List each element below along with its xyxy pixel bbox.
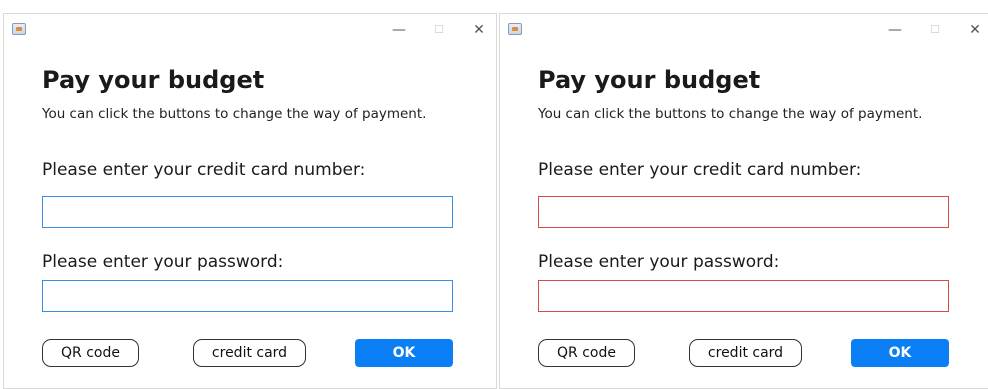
instructions-text: You can click the buttons to change the …: [538, 106, 923, 122]
credit-card-label: Please enter your credit card number:: [42, 160, 366, 180]
ok-button[interactable]: OK: [851, 339, 949, 367]
payment-window-normal: — ☐ ✕ Pay your budget You can click the …: [3, 13, 497, 389]
credit-card-button[interactable]: credit card: [193, 339, 306, 367]
close-icon[interactable]: ✕: [964, 20, 986, 40]
password-input[interactable]: [42, 280, 453, 312]
ok-button[interactable]: OK: [355, 339, 453, 367]
maximize-icon[interactable]: ☐: [924, 20, 946, 40]
qr-code-button[interactable]: QR code: [538, 339, 635, 367]
payment-window-error: — ☐ ✕ Pay your budget You can click the …: [499, 13, 988, 389]
password-label: Please enter your password:: [538, 252, 780, 272]
page-title: Pay your budget: [42, 66, 265, 94]
credit-card-number-input[interactable]: [538, 196, 949, 228]
page-title: Pay your budget: [538, 66, 761, 94]
title-bar: — ☐ ✕: [500, 14, 988, 46]
instructions-text: You can click the buttons to change the …: [42, 106, 427, 122]
title-bar: — ☐ ✕: [4, 14, 496, 46]
credit-card-number-input[interactable]: [42, 196, 453, 228]
java-app-icon: [12, 23, 26, 35]
minimize-icon[interactable]: —: [884, 20, 906, 40]
java-app-icon: [508, 23, 522, 35]
qr-code-button[interactable]: QR code: [42, 339, 139, 367]
credit-card-button[interactable]: credit card: [689, 339, 802, 367]
maximize-icon[interactable]: ☐: [428, 20, 450, 40]
close-icon[interactable]: ✕: [468, 20, 490, 40]
credit-card-label: Please enter your credit card number:: [538, 160, 862, 180]
password-label: Please enter your password:: [42, 252, 284, 272]
minimize-icon[interactable]: —: [388, 20, 410, 40]
password-input[interactable]: [538, 280, 949, 312]
